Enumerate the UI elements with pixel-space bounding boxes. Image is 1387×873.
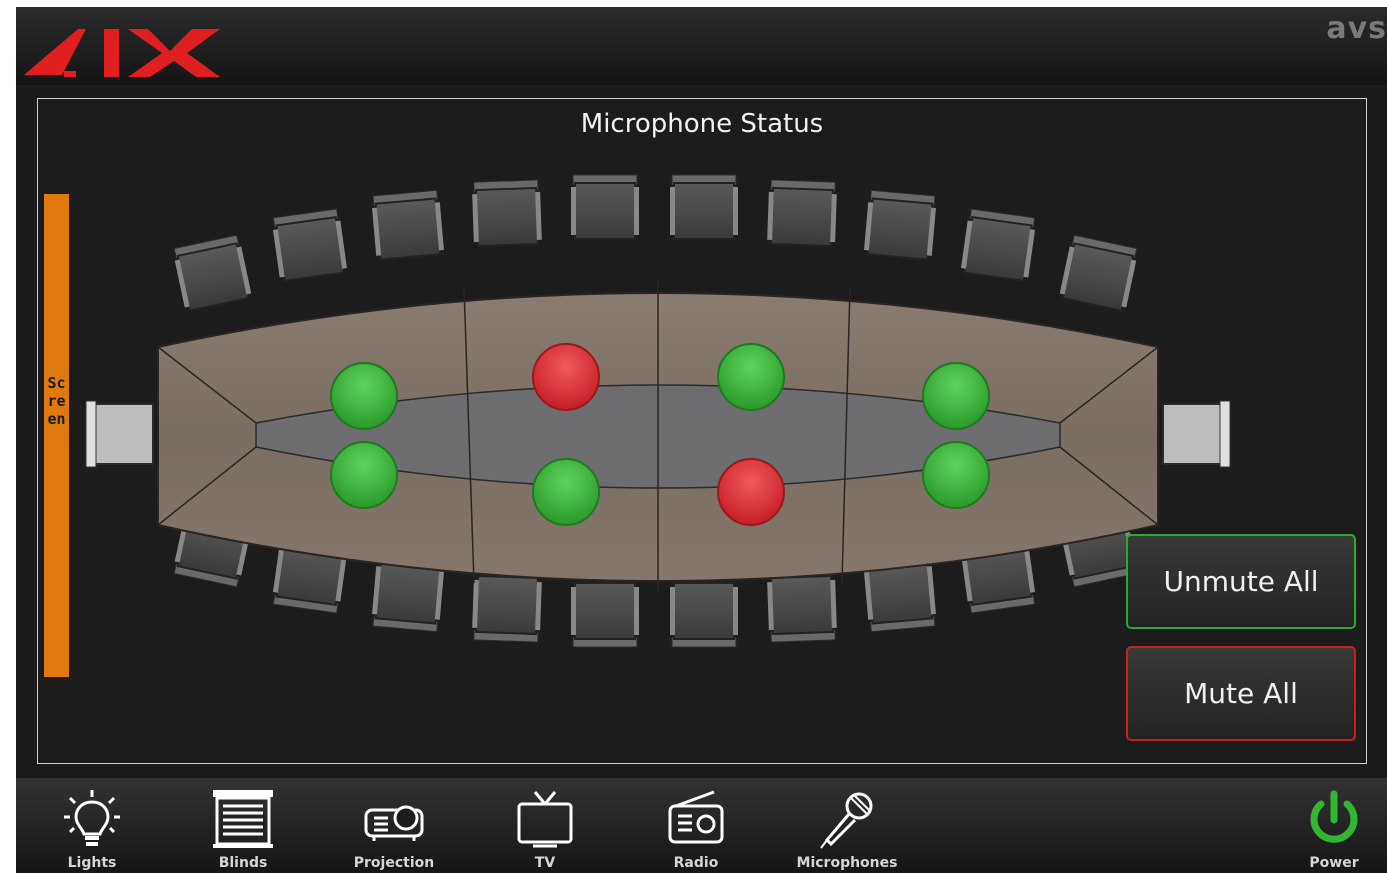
nav-power-label: Power: [1309, 855, 1359, 871]
blinds-icon: [213, 790, 273, 848]
chair: [372, 189, 444, 261]
nav-radio[interactable]: Radio: [641, 778, 751, 873]
chair: [472, 179, 542, 248]
mic-7-unmuted-toggle[interactable]: [922, 362, 990, 430]
head-chair-left: [85, 400, 154, 468]
tv-icon: [517, 791, 573, 848]
chair: [864, 561, 936, 633]
lightbulb-icon: [64, 790, 120, 846]
chair: [960, 208, 1036, 283]
mute-all-button[interactable]: Mute All: [1126, 646, 1356, 741]
mic-1-unmuted-toggle[interactable]: [330, 362, 398, 430]
nav-lights[interactable]: Lights: [37, 778, 147, 873]
nav-microphones-label: Microphones: [796, 855, 898, 871]
app-frame: avs Microphone Status Screen Unmute All …: [16, 7, 1387, 873]
microphone-icon: [820, 792, 873, 849]
chair: [767, 179, 837, 248]
chair: [571, 174, 639, 240]
nav-projection-label: Projection: [353, 855, 435, 871]
mic-6-muted-toggle[interactable]: [717, 458, 785, 526]
chair: [272, 208, 348, 283]
six-logo: [24, 29, 220, 77]
head-chair-right: [1162, 400, 1231, 468]
chair: [670, 582, 738, 648]
nav-power[interactable]: Power: [1279, 778, 1387, 873]
microphone-status-panel: Microphone Status Screen Unmute All Mute…: [37, 98, 1367, 764]
nav-projection[interactable]: Projection: [339, 778, 449, 873]
mic-2-unmuted-toggle[interactable]: [330, 441, 398, 509]
chair: [670, 174, 738, 240]
chair: [767, 574, 837, 643]
nav-microphones[interactable]: Microphones: [792, 778, 902, 873]
mic-4-unmuted-toggle[interactable]: [532, 458, 600, 526]
unmute-all-button[interactable]: Unmute All: [1126, 534, 1356, 629]
nav-lights-label: Lights: [67, 855, 117, 871]
chair: [571, 582, 639, 648]
nav-radio-label: Radio: [673, 855, 719, 871]
avs-brand-logo: avs: [1326, 11, 1387, 46]
chair: [472, 574, 542, 643]
chair: [372, 561, 444, 633]
mic-3-muted-toggle[interactable]: [532, 343, 600, 411]
nav-tv-label: TV: [534, 855, 556, 871]
bottom-nav-bar: Lights Blinds Projection TV Radio Microp…: [16, 778, 1387, 873]
projector-icon: [364, 805, 424, 841]
nav-blinds[interactable]: Blinds: [188, 778, 298, 873]
mic-5-unmuted-toggle[interactable]: [717, 343, 785, 411]
chair: [864, 189, 936, 261]
radio-icon: [668, 790, 724, 844]
power-icon: [1310, 790, 1358, 843]
conference-table: [157, 279, 1159, 591]
chairs-top-row: [173, 174, 1138, 312]
chair: [173, 234, 252, 312]
nav-blinds-label: Blinds: [218, 855, 268, 871]
top-bar: avs: [16, 7, 1387, 85]
chair: [1059, 234, 1138, 312]
mic-8-unmuted-toggle[interactable]: [922, 441, 990, 509]
nav-tv[interactable]: TV: [490, 778, 600, 873]
